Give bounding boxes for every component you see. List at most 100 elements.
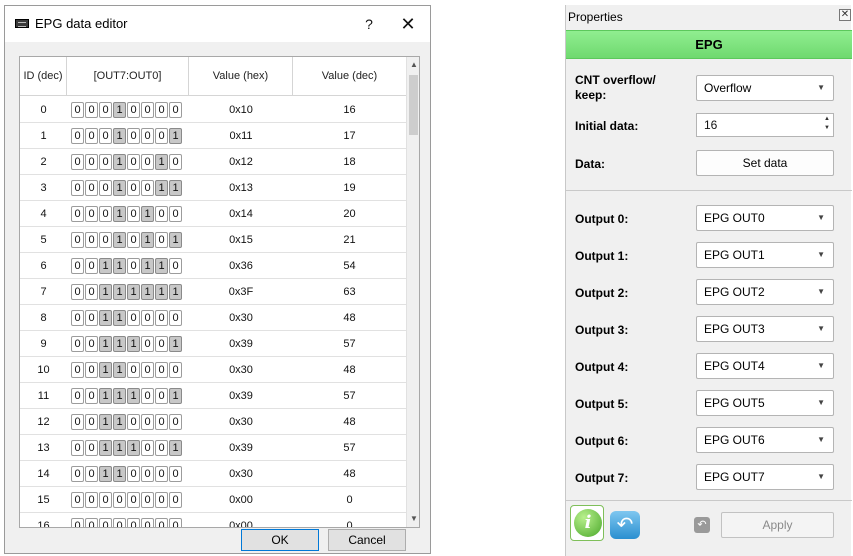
bit-toggle[interactable]: 0: [155, 310, 168, 326]
cell-dec[interactable]: 63: [293, 279, 406, 305]
output-dropdown[interactable]: EPG OUT0 ▼: [696, 205, 834, 231]
cell-hex[interactable]: 0x30: [189, 357, 293, 383]
output-dropdown[interactable]: EPG OUT1 ▼: [696, 242, 834, 268]
cell-dec[interactable]: 18: [293, 149, 406, 175]
bit-toggle[interactable]: 1: [127, 284, 140, 300]
cell-dec[interactable]: 0: [293, 487, 406, 513]
bit-toggle[interactable]: 0: [141, 440, 154, 456]
bit-toggle[interactable]: 0: [169, 492, 182, 508]
bit-toggle[interactable]: 1: [113, 128, 126, 144]
table-row[interactable]: 5 0 0 0 1 0 1 0 1 0x15 21: [20, 227, 406, 253]
cell-hex[interactable]: 0x39: [189, 383, 293, 409]
bit-toggle[interactable]: 1: [169, 440, 182, 456]
bit-toggle[interactable]: 0: [85, 440, 98, 456]
cell-dec[interactable]: 48: [293, 409, 406, 435]
bit-toggle[interactable]: 0: [169, 102, 182, 118]
bit-toggle[interactable]: 1: [127, 388, 140, 404]
bit-toggle[interactable]: 0: [85, 154, 98, 170]
cell-hex[interactable]: 0x36: [189, 253, 293, 279]
bit-toggle[interactable]: 0: [127, 154, 140, 170]
bit-toggle[interactable]: 0: [71, 440, 84, 456]
bit-toggle[interactable]: 0: [169, 206, 182, 222]
bit-toggle[interactable]: 0: [141, 414, 154, 430]
close-button[interactable]: ✕: [397, 14, 419, 34]
bit-toggle[interactable]: 0: [85, 180, 98, 196]
cell-hex[interactable]: 0x39: [189, 331, 293, 357]
bit-toggle[interactable]: 0: [113, 518, 126, 527]
bit-toggle[interactable]: 0: [169, 414, 182, 430]
table-row[interactable]: 11 0 0 1 1 1 0 0 1 0x39 57: [20, 383, 406, 409]
bit-toggle[interactable]: 1: [141, 284, 154, 300]
undo-button[interactable]: ↶: [610, 511, 640, 539]
bit-toggle[interactable]: 0: [169, 466, 182, 482]
bit-toggle[interactable]: 0: [99, 154, 112, 170]
bit-toggle[interactable]: 1: [169, 336, 182, 352]
cancel-button[interactable]: Cancel: [328, 529, 406, 551]
cell-hex[interactable]: 0x39: [189, 435, 293, 461]
bit-toggle[interactable]: 1: [113, 154, 126, 170]
vertical-scrollbar[interactable]: ▲ ▼: [406, 57, 419, 527]
bit-toggle[interactable]: 0: [99, 180, 112, 196]
table-row[interactable]: 1 0 0 0 1 0 0 0 1 0x11 17: [20, 123, 406, 149]
bit-toggle[interactable]: 1: [169, 284, 182, 300]
bit-toggle[interactable]: 0: [85, 206, 98, 222]
table-row[interactable]: 7 0 0 1 1 1 1 1 1 0x3F 63: [20, 279, 406, 305]
bit-toggle[interactable]: 0: [141, 466, 154, 482]
bit-toggle[interactable]: 0: [99, 206, 112, 222]
bit-toggle[interactable]: 0: [85, 518, 98, 527]
bit-toggle[interactable]: 0: [71, 258, 84, 274]
bit-toggle[interactable]: 1: [169, 388, 182, 404]
bit-toggle[interactable]: 1: [99, 336, 112, 352]
bit-toggle[interactable]: 1: [113, 414, 126, 430]
bit-toggle[interactable]: 0: [155, 206, 168, 222]
bit-toggle[interactable]: 0: [71, 414, 84, 430]
cnt-overflow-dropdown[interactable]: Overflow ▼: [696, 75, 834, 101]
bit-toggle[interactable]: 0: [155, 414, 168, 430]
cell-dec[interactable]: 20: [293, 201, 406, 227]
bit-toggle[interactable]: 1: [99, 258, 112, 274]
bit-toggle[interactable]: 0: [155, 336, 168, 352]
bit-toggle[interactable]: 0: [71, 180, 84, 196]
bit-toggle[interactable]: 0: [85, 232, 98, 248]
table-row[interactable]: 15 0 0 0 0 0 0 0 0 0x00 0: [20, 487, 406, 513]
bit-toggle[interactable]: 1: [155, 180, 168, 196]
bit-toggle[interactable]: 0: [141, 518, 154, 527]
bit-toggle[interactable]: 1: [113, 284, 126, 300]
bit-toggle[interactable]: 0: [85, 284, 98, 300]
output-dropdown[interactable]: EPG OUT4 ▼: [696, 353, 834, 379]
bit-toggle[interactable]: 0: [85, 466, 98, 482]
bit-toggle[interactable]: 0: [71, 154, 84, 170]
bit-toggle[interactable]: 0: [85, 128, 98, 144]
bit-toggle[interactable]: 0: [85, 102, 98, 118]
column-header-bits[interactable]: [OUT7:OUT0]: [67, 57, 189, 96]
bit-toggle[interactable]: 0: [169, 154, 182, 170]
bit-toggle[interactable]: 1: [113, 336, 126, 352]
bit-toggle[interactable]: 0: [127, 310, 140, 326]
bit-toggle[interactable]: 0: [169, 362, 182, 378]
set-data-button[interactable]: Set data: [696, 150, 834, 176]
bit-toggle[interactable]: 0: [99, 232, 112, 248]
bit-toggle[interactable]: 1: [99, 414, 112, 430]
bit-toggle[interactable]: 1: [113, 466, 126, 482]
bit-toggle[interactable]: 0: [141, 128, 154, 144]
bit-toggle[interactable]: 0: [85, 310, 98, 326]
output-dropdown[interactable]: EPG OUT7 ▼: [696, 464, 834, 490]
bit-toggle[interactable]: 0: [71, 284, 84, 300]
bit-toggle[interactable]: 0: [71, 102, 84, 118]
table-row[interactable]: 14 0 0 1 1 0 0 0 0 0x30 48: [20, 461, 406, 487]
bit-toggle[interactable]: 1: [169, 232, 182, 248]
cell-dec[interactable]: 16: [293, 97, 406, 123]
bit-toggle[interactable]: 0: [71, 466, 84, 482]
bit-toggle[interactable]: 1: [169, 128, 182, 144]
cell-hex[interactable]: 0x30: [189, 305, 293, 331]
bit-toggle[interactable]: 0: [127, 258, 140, 274]
cell-hex[interactable]: 0x30: [189, 409, 293, 435]
bit-toggle[interactable]: 0: [141, 492, 154, 508]
cell-hex[interactable]: 0x13: [189, 175, 293, 201]
bit-toggle[interactable]: 0: [85, 492, 98, 508]
bit-toggle[interactable]: 0: [127, 414, 140, 430]
cell-dec[interactable]: 0: [293, 513, 406, 527]
cell-dec[interactable]: 57: [293, 331, 406, 357]
bit-toggle[interactable]: 0: [141, 180, 154, 196]
bit-toggle[interactable]: 1: [99, 466, 112, 482]
